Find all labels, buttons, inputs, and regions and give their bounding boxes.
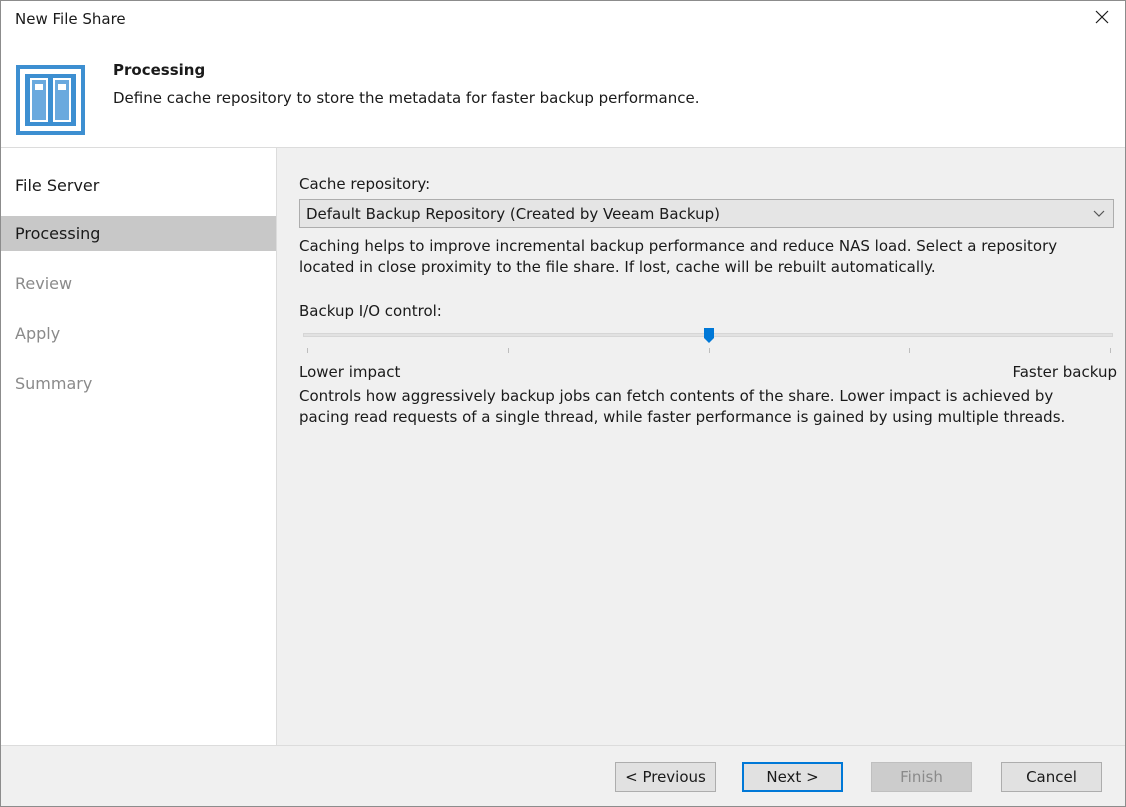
page-title: Processing (113, 61, 206, 79)
close-button[interactable] (1083, 3, 1121, 31)
step-label: Processing (15, 224, 101, 243)
close-icon (1095, 10, 1109, 24)
window-title: New File Share (15, 10, 126, 28)
step-label: Review (15, 274, 73, 293)
chevron-down-icon (1093, 210, 1105, 217)
wizard-footer: < Previous Next > Finish Cancel (1, 745, 1125, 806)
step-apply: Apply (1, 316, 276, 351)
finish-button: Finish (871, 762, 972, 792)
backup-io-slider-thumb[interactable] (703, 328, 714, 343)
slider-tick (307, 348, 308, 353)
cache-repository-value: Default Backup Repository (Created by Ve… (306, 205, 720, 223)
cache-help-line: located in close proximity to the file s… (299, 258, 936, 276)
slider-tick (909, 348, 910, 353)
page-description: Define cache repository to store the met… (113, 89, 700, 107)
cache-help-line: Caching helps to improve incremental bac… (299, 237, 1058, 255)
wizard-steps-sidebar: File Server Processing Review Apply Summ… (1, 147, 277, 745)
step-summary: Summary (1, 366, 276, 401)
slider-tick (709, 348, 710, 353)
step-label: Apply (15, 324, 61, 343)
io-help-text: Controls how aggressively backup jobs ca… (299, 386, 1119, 428)
cache-help-text: Caching helps to improve incremental bac… (299, 236, 1119, 278)
previous-button[interactable]: < Previous (615, 762, 716, 792)
wizard-window: New File Share Processing Define cache r… (0, 0, 1126, 807)
slider-max-label: Faster backup (1012, 363, 1117, 381)
slider-min-label: Lower impact (299, 363, 401, 381)
step-processing[interactable]: Processing (1, 216, 276, 251)
next-button[interactable]: Next > (742, 762, 843, 792)
slider-tick (508, 348, 509, 353)
step-content-panel: Cache repository: Default Backup Reposit… (277, 147, 1125, 745)
cancel-button[interactable]: Cancel (1001, 762, 1102, 792)
backup-io-control-label: Backup I/O control: (299, 302, 442, 320)
step-label: Summary (15, 374, 93, 393)
step-label: File Server (15, 176, 100, 195)
step-file-server[interactable]: File Server (1, 168, 276, 203)
title-bar: New File Share (1, 1, 1125, 33)
cache-repository-dropdown[interactable]: Default Backup Repository (Created by Ve… (299, 199, 1114, 228)
file-share-wizard-icon (16, 65, 85, 135)
io-help-line: pacing read requests of a single thread,… (299, 408, 1066, 426)
io-help-line: Controls how aggressively backup jobs ca… (299, 387, 1054, 405)
step-review: Review (1, 266, 276, 301)
slider-tick (1110, 348, 1111, 353)
cache-repository-label: Cache repository: (299, 175, 431, 193)
wizard-header: Processing Define cache repository to st… (1, 33, 1125, 147)
